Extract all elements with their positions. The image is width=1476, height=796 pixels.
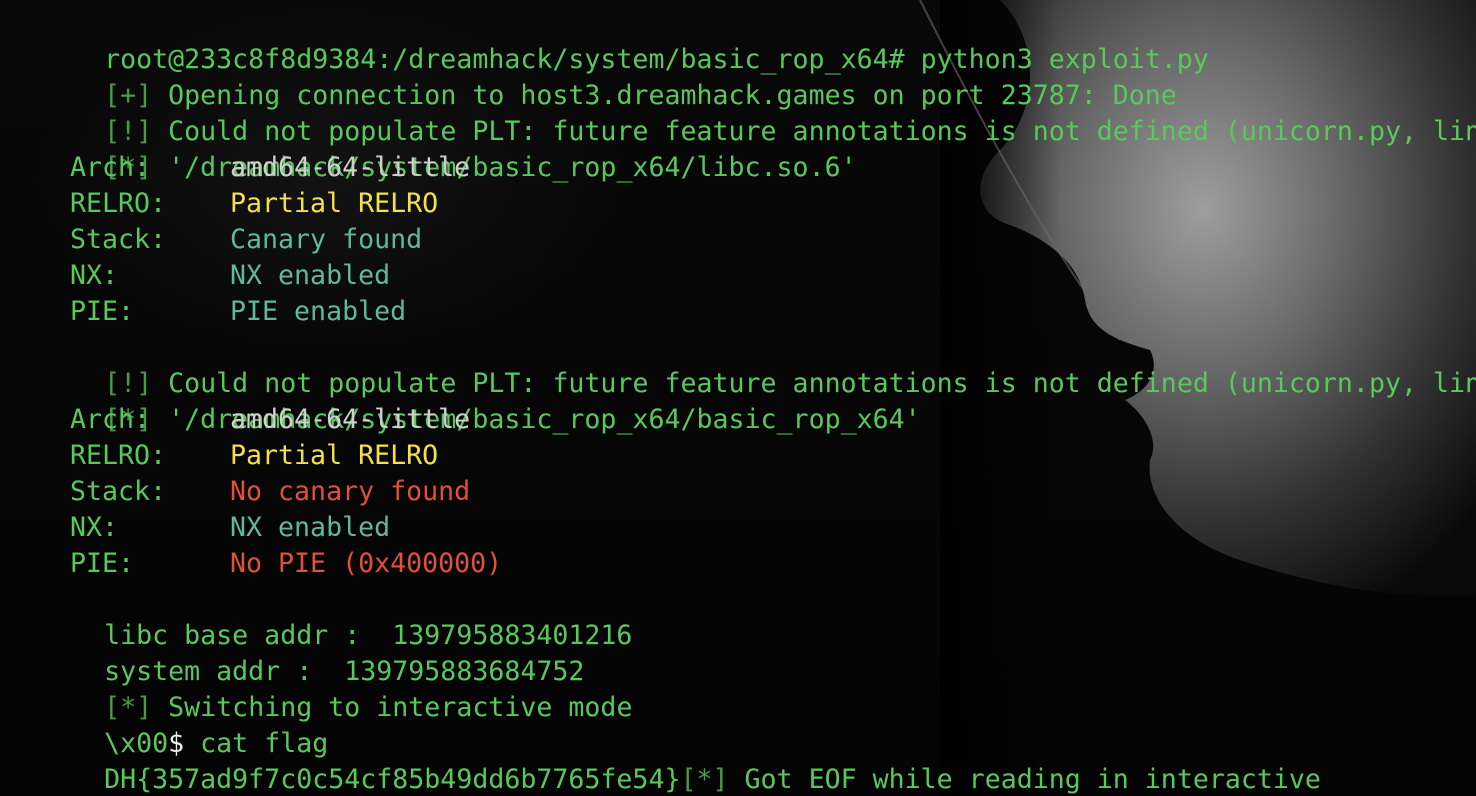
log-text: Could not populate PLT: future feature a… [152,116,1476,147]
log-line: [!] Could not populate PLT: future featu… [8,330,1476,399]
log-text: Switching to interactive mode [152,692,633,723]
prop-row: NX: NX enabled [8,258,1476,294]
prop-label: Arch: [70,152,151,183]
prop-value: amd64-64-little [230,152,471,183]
prop-row: RELRO: Partial RELRO [8,186,1476,222]
null-byte-prefix: \x00 [104,728,169,759]
prop-label: NX: [70,512,119,543]
prop-value: Partial RELRO [230,188,439,219]
shell-prompt-command: root@233c8f8d9384:/dreamhack/system/basi… [104,44,1209,75]
prop-label: Stack: [70,476,167,507]
terminal-window[interactable]: root@233c8f8d9384:/dreamhack/system/basi… [0,0,1476,796]
prop-value: No PIE (0x400000) [230,548,503,579]
prop-value: PIE enabled [230,296,407,327]
log-tag: [*] [680,764,729,795]
prop-label: Arch: [70,404,151,435]
system-addr: system addr : 139795883684752 [104,656,585,687]
shell-dollar: $ [168,728,185,759]
shell-command: cat flag [184,728,329,759]
prop-row: Stack: Canary found [8,222,1476,258]
log-tag: [*] [104,692,153,723]
prop-label: RELRO: [70,188,167,219]
prop-label: PIE: [70,296,135,327]
prop-label: NX: [70,260,119,291]
prop-row: Stack: No canary found [8,474,1476,510]
log-tag: [!] [104,116,153,147]
libc-base-addr: libc base addr : 139795883401216 [104,620,633,651]
terminal-output: root@233c8f8d9384:/dreamhack/system/basi… [8,6,1476,796]
output-line: libc base addr : 139795883401216 [8,582,1476,651]
prop-row: PIE: PIE enabled [8,294,1476,330]
prop-row: PIE: No PIE (0x400000) [8,546,1476,582]
prop-value: NX enabled [230,512,391,543]
log-text: Got EOF while reading in interactive [728,764,1321,795]
prop-value: Canary found [230,224,423,255]
flag-value: DH{357ad9f7c0c54cf85b49dd6b7765fe54} [104,764,681,795]
prop-label: RELRO: [70,440,167,471]
log-tag: [+] [104,80,153,111]
command-line: root@233c8f8d9384:/dreamhack/system/basi… [8,6,1476,75]
prop-row: NX: NX enabled [8,510,1476,546]
log-text: Could not populate PLT: future feature a… [152,368,1476,399]
prop-value: No canary found [230,476,471,507]
log-text: Opening connection to host3.dreamhack.ga… [152,80,1177,111]
prop-label: PIE: [70,548,135,579]
log-tag: [!] [104,368,153,399]
prop-value: Partial RELRO [230,440,439,471]
prop-row: RELRO: Partial RELRO [8,438,1476,474]
prop-value: amd64-64-little [230,404,471,435]
prop-label: Stack: [70,224,167,255]
prop-value: NX enabled [230,260,391,291]
